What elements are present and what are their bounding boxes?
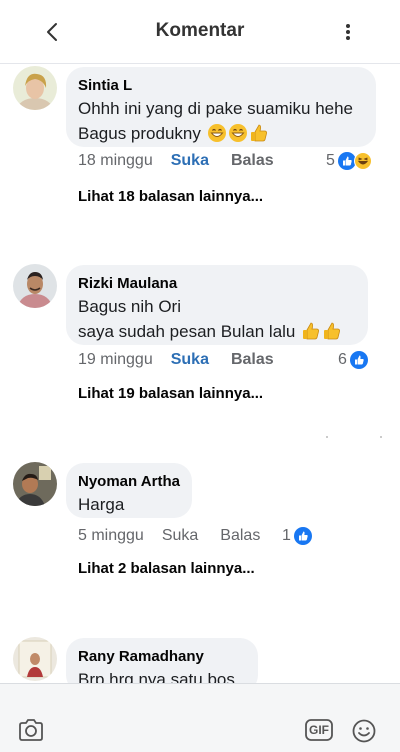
- comment-text: saya sudah pesan Bulan lalu: [78, 322, 296, 341]
- like-button[interactable]: Suka: [171, 152, 209, 170]
- thumbs-up-emoji-icon: [249, 123, 269, 143]
- comment-text-line: Harga: [78, 495, 125, 514]
- comment-text-line: Bagus nih Ori: [78, 297, 181, 316]
- avatar[interactable]: [13, 264, 57, 308]
- reaction-count: 6: [338, 351, 347, 368]
- sticker-button[interactable]: [352, 719, 376, 748]
- reaction-count: 5: [326, 152, 335, 169]
- reaction-summary[interactable]: 1: [282, 525, 312, 547]
- reply-button[interactable]: Balas: [231, 351, 274, 369]
- like-button[interactable]: Suka: [162, 527, 198, 545]
- divider-dot: [326, 436, 328, 438]
- comment-composer-bar: GIF: [0, 683, 400, 752]
- camera-icon: [19, 719, 43, 741]
- haha-reaction-icon: [353, 152, 372, 170]
- comment-text-line-2: saya sudah pesan Bulan lalu: [78, 319, 356, 344]
- like-button[interactable]: Suka: [171, 351, 209, 369]
- smile-icon: [352, 719, 376, 743]
- comment-bubble[interactable]: Nyoman Artha Harga: [66, 463, 192, 518]
- thumbs-up-emoji-icon: [301, 321, 321, 341]
- comment-author[interactable]: Nyoman Artha: [78, 472, 180, 492]
- header-bar: Komentar: [0, 0, 400, 64]
- comment-text-line: Ohhh ini yang di pake suamiku hehe: [78, 99, 354, 118]
- more-options-button[interactable]: [338, 18, 358, 46]
- comment-bubble[interactable]: Rizki Maulana Bagus nih Ori saya sudah p…: [66, 265, 368, 345]
- camera-button[interactable]: [18, 719, 44, 746]
- comment-author[interactable]: Rany Ramadhany: [78, 647, 246, 667]
- comment-author[interactable]: Rizki Maulana: [78, 274, 356, 294]
- vertical-dots-icon: [346, 24, 350, 40]
- grin-emoji-icon: [207, 123, 227, 143]
- avatar[interactable]: [13, 66, 57, 110]
- gif-button[interactable]: GIF: [305, 719, 333, 746]
- view-more-replies-link[interactable]: Lihat 19 balasan lainnya...: [78, 385, 263, 402]
- view-more-replies-link[interactable]: Lihat 18 balasan lainnya...: [78, 188, 263, 205]
- avatar[interactable]: [13, 637, 57, 681]
- comment-actions: 18 minggu Suka Balas: [78, 150, 274, 172]
- reaction-summary[interactable]: 6: [338, 349, 368, 371]
- like-reaction-icon: [293, 527, 312, 545]
- gif-label: GIF: [309, 723, 329, 737]
- like-reaction-icon: [349, 351, 368, 369]
- reaction-count: 1: [282, 527, 291, 544]
- divider-dot: [380, 436, 382, 438]
- comment-time[interactable]: 5 minggu: [78, 527, 144, 545]
- reply-button[interactable]: Balas: [220, 527, 260, 545]
- comment-time[interactable]: 18 minggu: [78, 152, 153, 170]
- thumbs-up-emoji-icon: [322, 321, 342, 341]
- comment-text-line-2: Bagus produkny: [78, 121, 364, 146]
- grin-emoji-icon: [228, 123, 248, 143]
- comment-text: Bagus produkny: [78, 124, 201, 143]
- comment-bubble[interactable]: Sintia L Ohhh ini yang di pake suamiku h…: [66, 67, 376, 147]
- reply-button[interactable]: Balas: [231, 152, 274, 170]
- avatar[interactable]: [13, 462, 57, 506]
- comment-actions: 19 minggu Suka Balas: [78, 349, 274, 371]
- reaction-summary[interactable]: 5: [326, 150, 372, 172]
- view-more-replies-link[interactable]: Lihat 2 balasan lainnya...: [78, 560, 255, 577]
- comment-time[interactable]: 19 minggu: [78, 351, 153, 369]
- comment-author[interactable]: Sintia L: [78, 76, 364, 96]
- comment-actions: 5 minggu Suka Balas: [78, 525, 260, 547]
